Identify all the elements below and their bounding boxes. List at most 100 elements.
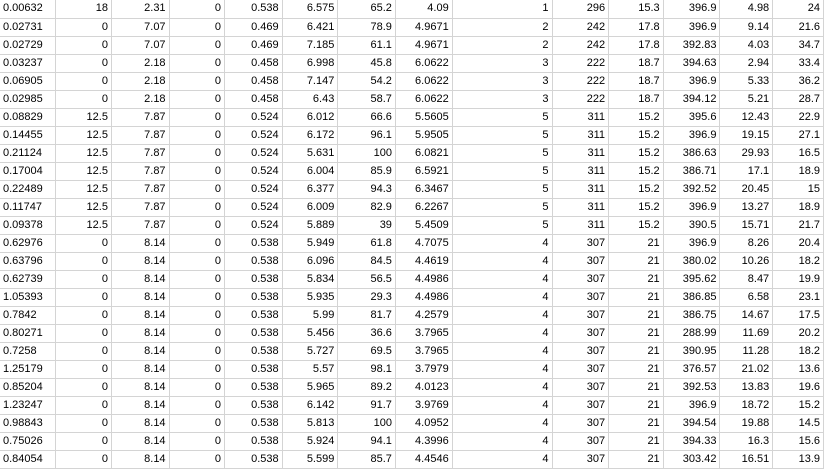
table-cell[interactable]: 18.2 bbox=[772, 252, 824, 271]
table-cell[interactable]: 2.31 bbox=[111, 0, 170, 19]
table-cell[interactable]: 0 bbox=[169, 198, 225, 217]
table-cell[interactable]: 0.538 bbox=[224, 396, 283, 415]
table-cell[interactable]: 2.18 bbox=[111, 54, 170, 73]
table-cell[interactable]: 4.0123 bbox=[395, 378, 453, 397]
table-cell[interactable]: 94.3 bbox=[337, 180, 396, 199]
table-cell[interactable]: 15.2 bbox=[608, 198, 664, 217]
table-cell[interactable]: 7.87 bbox=[111, 216, 170, 235]
table-cell[interactable]: 376.57 bbox=[663, 360, 721, 379]
table-cell[interactable]: 4 bbox=[452, 324, 553, 343]
table-cell[interactable]: 7.87 bbox=[111, 126, 170, 145]
table-cell[interactable]: 21 bbox=[608, 288, 664, 307]
table-cell[interactable]: 0.17004 bbox=[0, 162, 57, 181]
table-cell[interactable]: 4 bbox=[452, 396, 553, 415]
table-cell[interactable]: 396.9 bbox=[663, 234, 721, 253]
table-cell[interactable]: 13.9 bbox=[772, 450, 824, 469]
table-cell[interactable]: 6.998 bbox=[282, 54, 339, 73]
table-cell[interactable]: 0 bbox=[55, 90, 112, 109]
table-cell[interactable]: 21 bbox=[608, 252, 664, 271]
table-cell[interactable]: 0.469 bbox=[224, 18, 283, 37]
table-cell[interactable]: 82.9 bbox=[337, 198, 396, 217]
table-cell[interactable]: 21 bbox=[608, 414, 664, 433]
table-cell[interactable]: 1.25179 bbox=[0, 360, 57, 379]
table-cell[interactable]: 100 bbox=[337, 144, 396, 163]
table-cell[interactable]: 84.5 bbox=[337, 252, 396, 271]
table-cell[interactable]: 5.924 bbox=[282, 432, 339, 451]
table-cell[interactable]: 307 bbox=[552, 432, 610, 451]
table-cell[interactable]: 0.09378 bbox=[0, 216, 57, 235]
table-cell[interactable]: 36.2 bbox=[772, 72, 824, 91]
table-cell[interactable]: 7.87 bbox=[111, 180, 170, 199]
table-cell[interactable]: 1 bbox=[452, 0, 553, 19]
table-cell[interactable]: 5.949 bbox=[282, 234, 339, 253]
table-cell[interactable]: 4 bbox=[452, 432, 553, 451]
table-cell[interactable]: 222 bbox=[552, 72, 610, 91]
table-cell[interactable]: 4 bbox=[452, 270, 553, 289]
table-cell[interactable]: 0 bbox=[55, 414, 112, 433]
table-cell[interactable]: 7.185 bbox=[282, 36, 339, 55]
table-cell[interactable]: 5.33 bbox=[719, 72, 774, 91]
table-cell[interactable]: 6.3467 bbox=[395, 180, 453, 199]
table-cell[interactable]: 19.9 bbox=[772, 270, 824, 289]
table-cell[interactable]: 2.18 bbox=[111, 90, 170, 109]
table-cell[interactable]: 4.4546 bbox=[395, 450, 453, 469]
table-cell[interactable]: 15.2 bbox=[608, 108, 664, 127]
table-cell[interactable]: 0 bbox=[55, 54, 112, 73]
table-cell[interactable]: 3.7965 bbox=[395, 342, 453, 361]
table-cell[interactable]: 20.4 bbox=[772, 234, 824, 253]
table-cell[interactable]: 392.52 bbox=[663, 180, 721, 199]
table-cell[interactable]: 11.28 bbox=[719, 342, 774, 361]
table-cell[interactable]: 5.21 bbox=[719, 90, 774, 109]
table-cell[interactable]: 0.21124 bbox=[0, 144, 57, 163]
table-cell[interactable]: 5.813 bbox=[282, 414, 339, 433]
table-cell[interactable]: 65.2 bbox=[337, 0, 396, 19]
table-cell[interactable]: 2.94 bbox=[719, 54, 774, 73]
table-cell[interactable]: 396.9 bbox=[663, 72, 721, 91]
table-cell[interactable]: 27.1 bbox=[772, 126, 824, 145]
table-cell[interactable]: 0 bbox=[169, 90, 225, 109]
table-cell[interactable]: 5.965 bbox=[282, 378, 339, 397]
table-cell[interactable]: 0 bbox=[169, 414, 225, 433]
table-cell[interactable]: 21 bbox=[608, 360, 664, 379]
table-cell[interactable]: 396.9 bbox=[663, 126, 721, 145]
table-cell[interactable]: 4.4986 bbox=[395, 270, 453, 289]
table-cell[interactable]: 0 bbox=[55, 396, 112, 415]
table-cell[interactable]: 0 bbox=[55, 252, 112, 271]
table-cell[interactable]: 6.012 bbox=[282, 108, 339, 127]
table-cell[interactable]: 28.7 bbox=[772, 90, 824, 109]
table-cell[interactable]: 0.538 bbox=[224, 378, 283, 397]
table-cell[interactable]: 8.14 bbox=[111, 450, 170, 469]
table-cell[interactable]: 390.95 bbox=[663, 342, 721, 361]
table-cell[interactable]: 12.5 bbox=[55, 162, 112, 181]
table-cell[interactable]: 0 bbox=[169, 180, 225, 199]
table-cell[interactable]: 5 bbox=[452, 180, 553, 199]
table-cell[interactable]: 0.7842 bbox=[0, 306, 57, 325]
table-cell[interactable]: 4 bbox=[452, 378, 553, 397]
table-cell[interactable]: 0 bbox=[169, 162, 225, 181]
table-cell[interactable]: 0 bbox=[169, 450, 225, 469]
table-cell[interactable]: 5 bbox=[452, 144, 553, 163]
table-cell[interactable]: 0.84054 bbox=[0, 450, 57, 469]
table-cell[interactable]: 396.9 bbox=[663, 0, 721, 19]
table-cell[interactable]: 5.834 bbox=[282, 270, 339, 289]
table-cell[interactable]: 7.147 bbox=[282, 72, 339, 91]
table-cell[interactable]: 5 bbox=[452, 162, 553, 181]
table-cell[interactable]: 242 bbox=[552, 36, 610, 55]
table-cell[interactable]: 6.0622 bbox=[395, 72, 453, 91]
table-cell[interactable]: 61.8 bbox=[337, 234, 396, 253]
table-cell[interactable]: 0 bbox=[169, 36, 225, 55]
table-cell[interactable]: 69.5 bbox=[337, 342, 396, 361]
table-cell[interactable]: 34.7 bbox=[772, 36, 824, 55]
table-cell[interactable]: 1.05393 bbox=[0, 288, 57, 307]
table-cell[interactable]: 8.14 bbox=[111, 270, 170, 289]
table-cell[interactable]: 0.538 bbox=[224, 288, 283, 307]
table-cell[interactable]: 6.172 bbox=[282, 126, 339, 145]
table-cell[interactable]: 0 bbox=[55, 270, 112, 289]
table-cell[interactable]: 24 bbox=[772, 0, 824, 19]
table-cell[interactable]: 4 bbox=[452, 414, 553, 433]
table-cell[interactable]: 5 bbox=[452, 108, 553, 127]
table-cell[interactable]: 0.538 bbox=[224, 252, 283, 271]
table-cell[interactable]: 21 bbox=[608, 450, 664, 469]
table-cell[interactable]: 9.14 bbox=[719, 18, 774, 37]
table-cell[interactable]: 7.87 bbox=[111, 162, 170, 181]
